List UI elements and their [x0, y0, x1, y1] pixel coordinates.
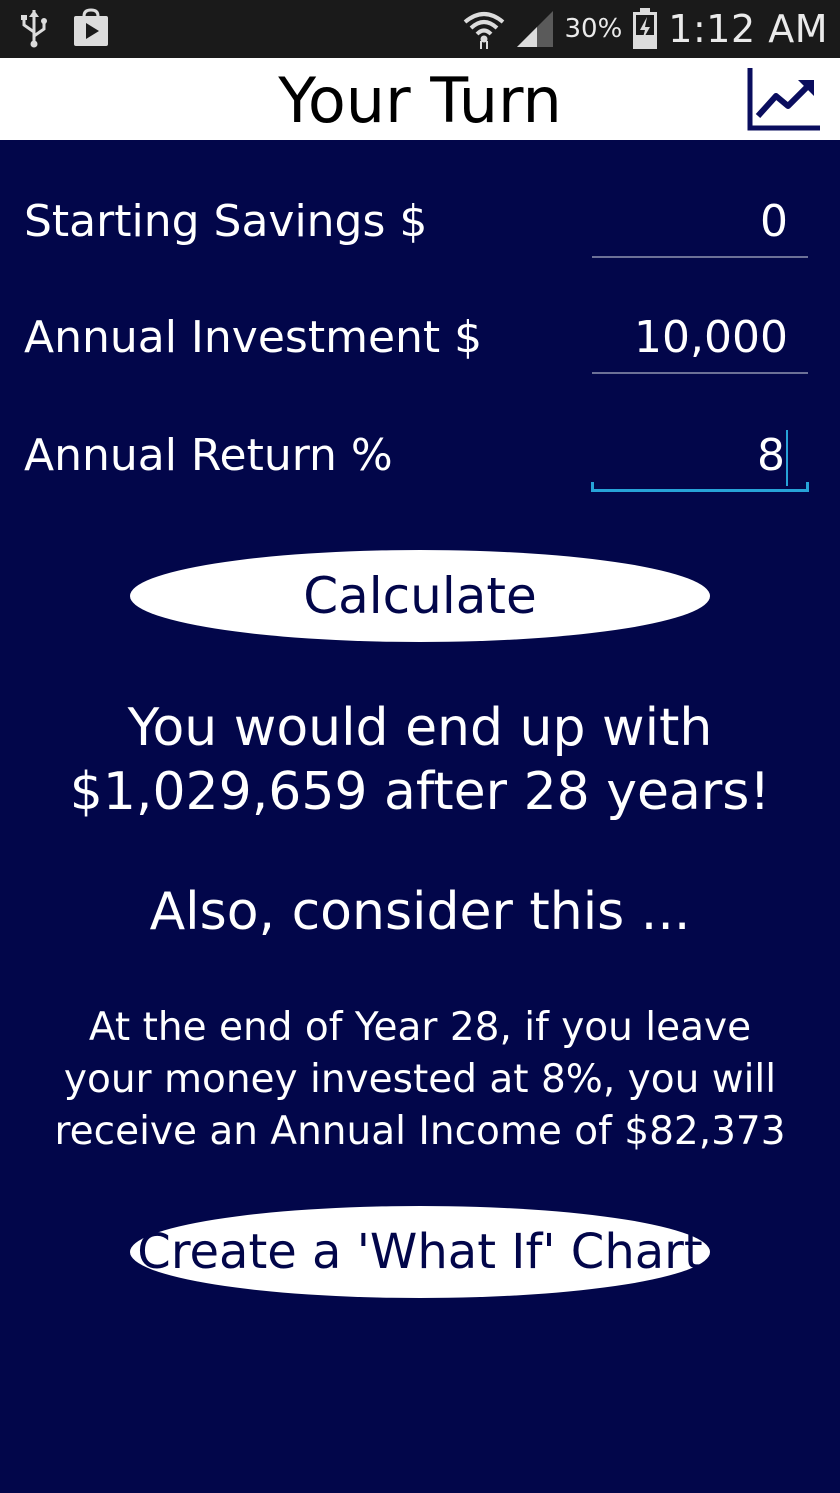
- annual-investment-label: Annual Investment $: [24, 312, 483, 363]
- income-line-1: At the end of Year 28, if you leave: [88, 1005, 752, 1050]
- income-line-3: receive an Annual Income of $82,373: [54, 1109, 786, 1154]
- starting-savings-label: Starting Savings $: [24, 196, 428, 247]
- result-line-1: You would end up with: [127, 698, 713, 758]
- annual-return-value: 8: [757, 430, 785, 481]
- play-store-icon: [72, 8, 110, 48]
- income-line-2: your money invested at 8%, you will: [63, 1057, 777, 1102]
- result-line-2: $1,029,659 after 28 years!: [69, 762, 771, 822]
- starting-savings-row: Starting Savings $ 0: [0, 180, 840, 270]
- text-caret: [786, 430, 788, 486]
- title-bar: Your Turn: [0, 58, 840, 140]
- create-what-if-chart-button[interactable]: Create a 'What If' Chart: [130, 1206, 710, 1298]
- focus-tick-right: [806, 482, 809, 492]
- signal-icon: [515, 9, 555, 49]
- annual-return-input[interactable]: 8: [591, 426, 809, 492]
- annual-investment-row: Annual Investment $ 10,000: [0, 296, 840, 386]
- wifi-icon: [463, 8, 505, 50]
- result-summary: You would end up with $1,029,659 after 2…: [0, 696, 840, 824]
- annual-return-row: Annual Return % 8: [0, 412, 840, 502]
- annual-investment-value: 10,000: [634, 312, 788, 363]
- status-time: 1:12 AM: [668, 7, 828, 51]
- annual-return-label: Annual Return %: [24, 430, 393, 481]
- battery-percent: 30%: [564, 14, 623, 44]
- calculate-button[interactable]: Calculate: [130, 550, 710, 642]
- starting-savings-input[interactable]: 0: [592, 192, 808, 258]
- starting-savings-value: 0: [760, 196, 788, 247]
- usb-icon: [20, 8, 48, 48]
- trending-chart-icon: [746, 68, 822, 138]
- battery-icon: [632, 8, 658, 50]
- annual-investment-input[interactable]: 10,000: [592, 308, 808, 374]
- page-title: Your Turn: [278, 64, 562, 137]
- focus-tick-left: [591, 482, 594, 492]
- status-bar: 30% 1:12 AM: [0, 0, 840, 58]
- chart-button[interactable]: [746, 66, 822, 134]
- consider-heading: Also, consider this ...: [149, 882, 691, 942]
- income-paragraph: At the end of Year 28, if you leave your…: [0, 1002, 840, 1158]
